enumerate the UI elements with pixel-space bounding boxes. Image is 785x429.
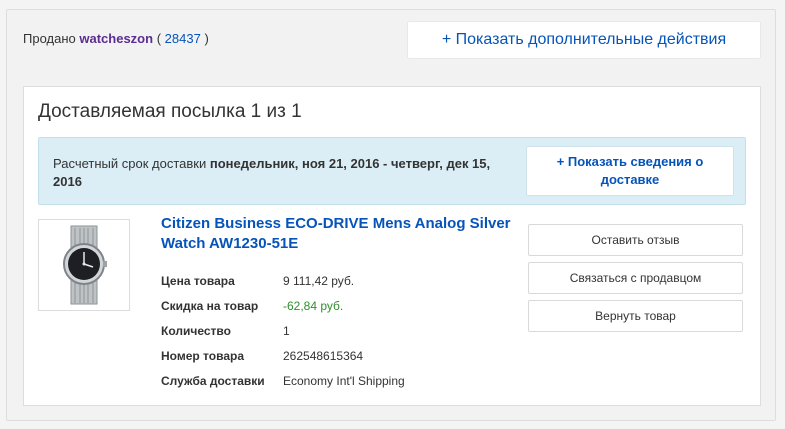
delivery-prefix: Расчетный срок доставки bbox=[53, 156, 207, 171]
show-delivery-details-button[interactable]: + Показать сведения о доставке bbox=[526, 146, 734, 196]
return-item-button[interactable]: Вернуть товар bbox=[528, 300, 743, 332]
package-card: Доставляемая посылка 1 из 1 Расчетный ср… bbox=[23, 86, 761, 406]
seller-feedback-count[interactable]: 28437 bbox=[165, 31, 201, 46]
detail-label: Скидка на товар bbox=[161, 299, 259, 313]
detail-value: 1 bbox=[283, 324, 290, 338]
seller-prefix: Продано bbox=[23, 31, 76, 46]
package-title: Доставляемая посылка 1 из 1 bbox=[38, 101, 302, 122]
wristwatch-icon bbox=[63, 225, 107, 305]
detail-value: Economy Int'l Shipping bbox=[283, 374, 405, 388]
detail-label: Цена товара bbox=[161, 274, 235, 288]
seller-info: Продано watcheszon ( 28437 ) bbox=[23, 31, 209, 46]
feedback-close-paren: ) bbox=[204, 31, 209, 46]
detail-value: -62,84 руб. bbox=[283, 299, 344, 313]
delivery-estimate-text: Расчетный срок доставки понедельник, ноя… bbox=[53, 155, 513, 191]
order-panel: Продано watcheszon ( 28437 ) + Показать … bbox=[6, 9, 776, 421]
contact-seller-button[interactable]: Связаться с продавцом bbox=[528, 262, 743, 294]
item-title-link[interactable]: Citizen Business ECO-DRIVE Mens Analog S… bbox=[161, 214, 511, 254]
feedback-open-paren: ( bbox=[156, 31, 162, 46]
detail-label: Служба доставки bbox=[161, 374, 265, 388]
detail-value: 262548615364 bbox=[283, 349, 364, 363]
show-more-actions-button[interactable]: + Показать дополнительные действия bbox=[407, 21, 761, 59]
detail-label: Номер товара bbox=[161, 349, 244, 363]
seller-name-link[interactable]: watcheszon bbox=[79, 31, 153, 46]
detail-value: 9 111,42 руб. bbox=[283, 274, 355, 288]
leave-feedback-button[interactable]: Оставить отзыв bbox=[528, 224, 743, 256]
item-thumbnail[interactable] bbox=[38, 219, 130, 311]
detail-label: Количество bbox=[161, 324, 231, 338]
delivery-estimate-box: Расчетный срок доставки понедельник, ноя… bbox=[38, 137, 746, 205]
